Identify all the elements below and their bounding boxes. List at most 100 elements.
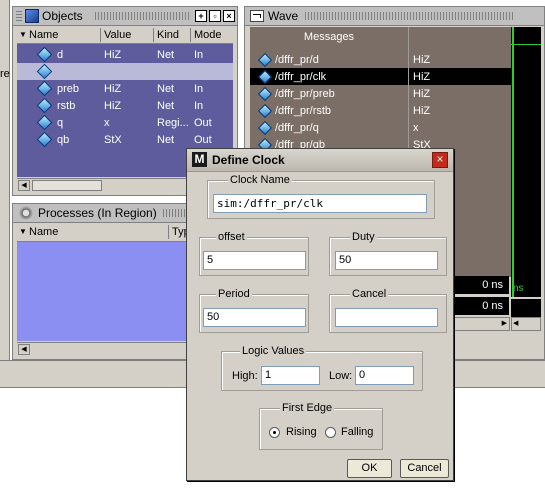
values-header — [408, 27, 511, 47]
wave-signal-row[interactable]: /dffr_pr/d — [250, 51, 408, 68]
object-kind: Net — [157, 134, 175, 146]
clock-name-field[interactable]: sim:/dffr_pr/clk — [213, 194, 427, 213]
object-row[interactable]: rstb HiZ Net In — [17, 97, 233, 114]
object-name: d — [57, 49, 64, 61]
plot-header — [511, 27, 541, 45]
rising-label[interactable]: Rising — [286, 426, 317, 438]
object-name: rstb — [57, 100, 76, 112]
signal-diamond-icon — [257, 52, 273, 68]
wave-signal-name: /dffr_pr/d — [275, 54, 319, 66]
scroll-right-icon[interactable]: ▶ — [502, 319, 507, 327]
signal-diamond-icon — [257, 120, 273, 136]
col-value[interactable]: Value — [104, 29, 131, 41]
ok-button[interactable]: OK — [347, 459, 392, 478]
rising-radio[interactable] — [269, 427, 280, 438]
messages-header[interactable]: Messages — [250, 27, 408, 47]
plot-unit-label: ns — [513, 283, 524, 294]
low-field[interactable]: 0 — [355, 366, 414, 385]
modelsim-logo-icon: M — [192, 152, 207, 167]
object-row[interactable]: qb StX Net Out — [17, 131, 233, 148]
object-name: preb — [57, 83, 80, 95]
close-icon[interactable]: × — [223, 10, 235, 22]
define-clock-dialog: M Define Clock × Clock Name sim:/dffr_pr… — [186, 148, 454, 481]
wave-icon — [250, 10, 264, 22]
wave-signal-row[interactable]: /dffr_pr/rstb — [250, 102, 408, 119]
wave-signal-name: /dffr_pr/rstb — [275, 105, 332, 117]
duty-label: Duty — [350, 231, 377, 243]
object-row-selected[interactable] — [17, 63, 233, 80]
object-mode: Out — [194, 117, 212, 129]
wave-signal-name: /dffr_pr/q — [275, 122, 319, 134]
signal-diamond-icon — [257, 69, 273, 85]
first-edge-label: First Edge — [280, 402, 335, 414]
wave-hscroll-right[interactable]: ◀ — [511, 317, 541, 331]
objects-titlebar[interactable]: Objects + ▫ × — [13, 7, 237, 26]
wave-signal-row[interactable]: /dffr_pr/q — [250, 119, 408, 136]
wave-value-row: x — [409, 119, 511, 136]
object-row[interactable]: q x Regi... Out — [17, 114, 233, 131]
object-mode: In — [194, 83, 204, 95]
wave-value: HiZ — [413, 88, 431, 100]
sort-arrow-icon[interactable]: ▼ — [19, 227, 27, 236]
duty-field[interactable]: 50 — [335, 251, 438, 270]
wave-value: HiZ — [413, 54, 431, 66]
panel-grip — [305, 12, 515, 20]
object-kind: Regi... — [157, 117, 189, 129]
scroll-left-icon[interactable]: ◀ — [513, 319, 518, 327]
object-row[interactable]: d HiZ Net In — [17, 46, 233, 63]
cancel-time-label: Cancel — [350, 288, 389, 300]
signal-diamond-icon — [36, 114, 53, 131]
object-mode: In — [194, 100, 204, 112]
object-kind: Net — [157, 49, 175, 61]
object-value: HiZ — [104, 49, 122, 61]
signal-diamond-icon — [36, 97, 53, 114]
dock-plus-icon[interactable]: + — [195, 10, 207, 22]
waveform-plot[interactable]: ns — [511, 27, 541, 297]
col-name[interactable]: Name — [29, 29, 58, 41]
objects-column-header: ▼ Name Value Kind Mode — [17, 27, 233, 44]
scroll-left-icon[interactable]: ◀ — [18, 180, 30, 191]
logic-values-label: Logic Values — [240, 345, 307, 357]
cancel-button[interactable]: Cancel — [400, 459, 449, 478]
wave-value-row: HiZ — [409, 68, 511, 85]
wave-titlebar[interactable]: Wave — [245, 7, 544, 26]
object-name: q — [57, 117, 64, 129]
period-field[interactable]: 50 — [203, 308, 306, 327]
cancel-time-field[interactable] — [335, 308, 438, 327]
wave-title: Wave — [268, 9, 299, 23]
cursor-line[interactable] — [512, 27, 514, 297]
offset-label: offset — [216, 231, 247, 243]
wave-signal-name: /dffr_pr/preb — [275, 88, 335, 100]
object-mode: Out — [194, 134, 212, 146]
processes-title: Processes (In Region) — [38, 206, 157, 220]
col-name[interactable]: Name — [29, 226, 58, 238]
signal-diamond-icon — [257, 86, 273, 102]
high-field[interactable]: 1 — [261, 366, 320, 385]
drag-handle-icon[interactable] — [16, 11, 22, 21]
period-label: Period — [216, 288, 252, 300]
falling-radio[interactable] — [325, 427, 336, 438]
falling-label[interactable]: Falling — [341, 426, 373, 438]
objects-icon — [25, 9, 39, 23]
sort-arrow-icon[interactable]: ▼ — [19, 30, 27, 39]
clock-name-label: Clock Name — [228, 174, 292, 186]
object-mode: In — [194, 49, 204, 61]
scroll-thumb[interactable] — [32, 180, 102, 191]
dialog-titlebar[interactable]: M Define Clock × — [187, 149, 453, 172]
low-label: Low: — [329, 370, 353, 382]
object-value: x — [104, 117, 110, 129]
close-icon[interactable]: × — [432, 152, 448, 168]
wave-signal-row[interactable]: /dffr_pr/preb — [250, 85, 408, 102]
signal-diamond-icon — [36, 63, 53, 80]
scroll-left-icon[interactable]: ◀ — [18, 344, 30, 355]
wave-value: HiZ — [413, 105, 431, 117]
left-panel-fragment: re — [0, 68, 10, 80]
gear-icon — [19, 206, 33, 220]
col-kind[interactable]: Kind — [157, 29, 179, 41]
objects-title: Objects — [42, 9, 83, 23]
col-mode[interactable]: Mode — [194, 29, 222, 41]
object-row[interactable]: preb HiZ Net In — [17, 80, 233, 97]
undock-icon[interactable]: ▫ — [209, 10, 221, 22]
offset-field[interactable]: 5 — [203, 251, 306, 270]
wave-signal-row-selected[interactable]: /dffr_pr/clk — [250, 68, 408, 85]
